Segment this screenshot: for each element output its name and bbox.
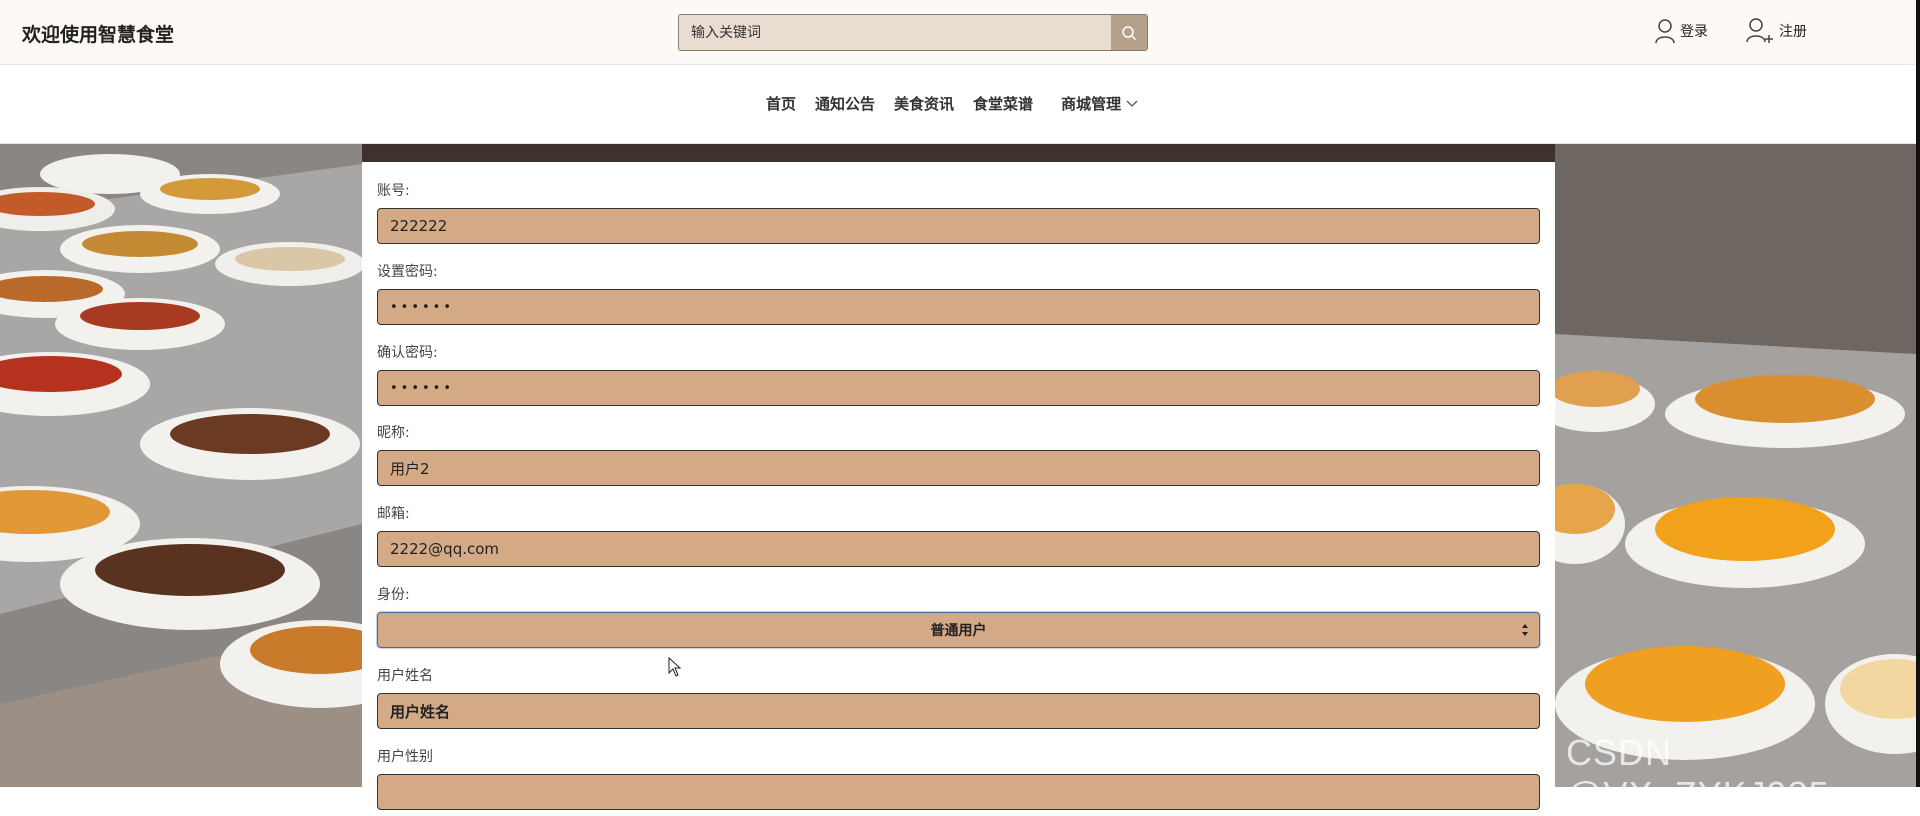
- main-nav: 首页 通知公告 美食资讯 食堂菜谱 商城管理: [0, 65, 1916, 144]
- search-input[interactable]: [679, 15, 1111, 50]
- role-label: 身份:: [377, 587, 410, 603]
- confirm-password-input[interactable]: [377, 370, 1540, 406]
- account-input[interactable]: [377, 208, 1540, 244]
- nav-dropdown-label: 商城管理: [1061, 95, 1122, 113]
- register-link[interactable]: 注册: [1745, 16, 1807, 46]
- food-photo-left: [0, 144, 362, 787]
- site-title: 欢迎使用智慧食堂: [22, 24, 175, 46]
- role-select[interactable]: 普通用户: [377, 612, 1540, 648]
- search-button[interactable]: [1111, 15, 1147, 50]
- nav-item-menu[interactable]: 食堂菜谱: [973, 93, 1033, 114]
- select-arrows-icon: [1522, 624, 1528, 636]
- nickname-input[interactable]: [377, 450, 1540, 486]
- nav-item-notices[interactable]: 通知公告: [815, 93, 875, 114]
- register-form: 账号: 设置密码: 确认密码: 昵称: 邮箱: 身份: 普通用户 用户姓名 用户…: [362, 162, 1555, 810]
- top-header: 欢迎使用智慧食堂 登录 注册: [0, 0, 1916, 65]
- mouse-cursor-icon: [668, 657, 682, 677]
- add-user-icon: [1746, 18, 1773, 43]
- login-label: 登录: [1680, 24, 1708, 40]
- role-selected-value: 普通用户: [930, 623, 987, 639]
- gender-field[interactable]: [377, 774, 1540, 810]
- password-input[interactable]: [377, 289, 1540, 325]
- nickname-label: 昵称:: [377, 425, 410, 441]
- realname-label: 用户姓名: [377, 668, 433, 684]
- search-bar: [678, 14, 1148, 51]
- register-label: 注册: [1779, 24, 1807, 40]
- chevron-down-icon: [1126, 100, 1138, 107]
- food-photo-right: [1555, 144, 1916, 787]
- email-label: 邮箱:: [377, 506, 410, 522]
- nav-item-home[interactable]: 首页: [766, 93, 796, 114]
- search-icon: [1122, 25, 1137, 40]
- login-link[interactable]: 登录: [1654, 16, 1708, 46]
- password-label: 设置密码:: [377, 264, 438, 280]
- nav-item-food-news[interactable]: 美食资讯: [894, 93, 954, 114]
- user-icon: [1655, 19, 1675, 44]
- window-edge: [1916, 0, 1920, 787]
- email-input[interactable]: [377, 531, 1540, 567]
- watermark: CSDN @VX_ZYKJ985: [1566, 732, 1830, 815]
- nav-item-mall-management[interactable]: 商城管理: [1061, 93, 1138, 114]
- realname-input[interactable]: [377, 693, 1540, 729]
- confirm-password-label: 确认密码:: [377, 345, 438, 361]
- gender-label: 用户性别: [377, 749, 433, 765]
- account-label: 账号:: [377, 183, 410, 199]
